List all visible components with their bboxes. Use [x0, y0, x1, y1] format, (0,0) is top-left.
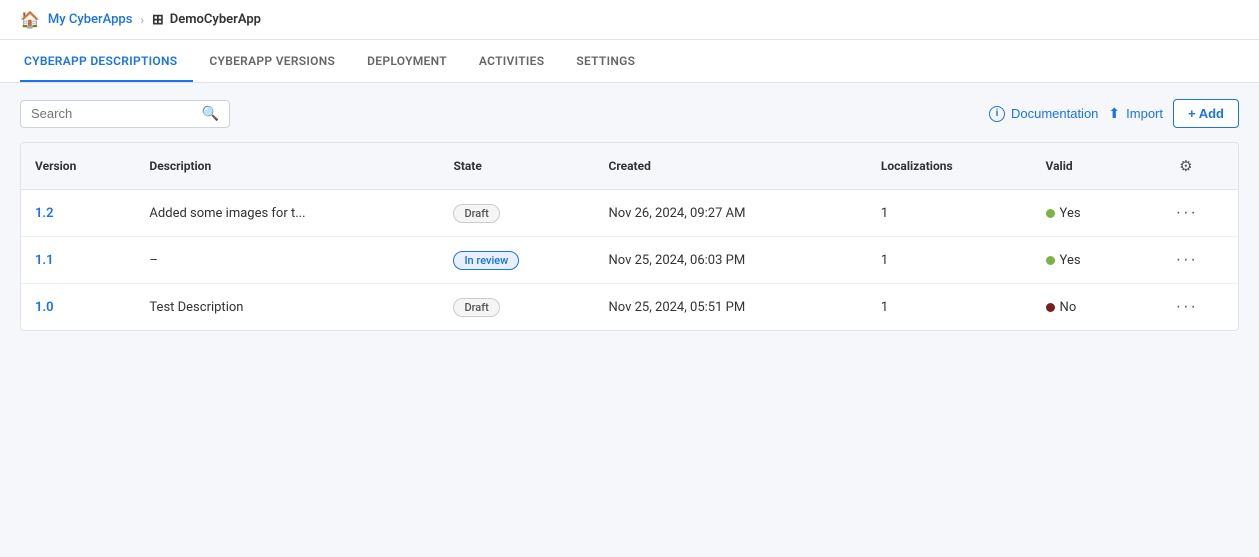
- table-row: 1.2 Added some images for t... Draft Nov…: [21, 190, 1238, 237]
- cell-state-2: Draft: [439, 284, 594, 331]
- state-badge-0: Draft: [453, 204, 499, 223]
- grid-icon: ⊞: [152, 12, 164, 28]
- search-icon: 🔍: [202, 106, 219, 122]
- cell-description-2: Test Description: [135, 284, 439, 331]
- row-actions-button-0[interactable]: ···: [1170, 202, 1204, 224]
- gear-button[interactable]: ⚙: [1175, 153, 1196, 179]
- breadcrumb-home-link[interactable]: My CyberApps: [48, 12, 133, 27]
- cell-localizations-0: 1: [867, 190, 1032, 237]
- cell-localizations-1: 1: [867, 237, 1032, 284]
- cell-actions-2: ···: [1136, 284, 1238, 331]
- cell-valid-1: Yes: [1032, 237, 1136, 284]
- breadcrumb-current: ⊞ DemoCyberApp: [152, 12, 261, 28]
- tab-cyberapp-descriptions[interactable]: CYBERAPP DESCRIPTIONS: [20, 40, 193, 82]
- cell-actions-1: ···: [1136, 237, 1238, 284]
- tab-cyberapp-versions[interactable]: CYBERAPP VERSIONS: [193, 40, 351, 82]
- cell-version-1: 1.1: [21, 237, 135, 284]
- import-button[interactable]: ⬆ Import: [1108, 105, 1163, 122]
- cell-state-1: In review: [439, 237, 594, 284]
- valid-label-2: No: [1060, 300, 1077, 315]
- add-button[interactable]: + Add: [1173, 99, 1239, 128]
- cell-created-2: Nov 25, 2024, 05:51 PM: [595, 284, 867, 331]
- col-version: Version: [21, 143, 135, 190]
- version-link-1[interactable]: 1.1: [35, 253, 54, 268]
- toolbar-right: i Documentation ⬆ Import + Add: [989, 99, 1239, 128]
- version-link-0[interactable]: 1.2: [35, 206, 54, 221]
- cell-created-1: Nov 25, 2024, 06:03 PM: [595, 237, 867, 284]
- col-created: Created: [595, 143, 867, 190]
- import-icon: ⬆: [1108, 105, 1120, 122]
- cell-version-0: 1.2: [21, 190, 135, 237]
- cell-description-1: –: [135, 237, 439, 284]
- search-box[interactable]: 🔍: [20, 100, 230, 128]
- col-localizations: Localizations: [867, 143, 1032, 190]
- row-actions-button-1[interactable]: ···: [1170, 249, 1204, 271]
- valid-label-0: Yes: [1060, 206, 1081, 221]
- cell-version-2: 1.0: [21, 284, 135, 331]
- tabs-bar: CYBERAPP DESCRIPTIONS CYBERAPP VERSIONS …: [0, 40, 1259, 83]
- col-actions: ⚙: [1136, 143, 1238, 190]
- cell-created-0: Nov 26, 2024, 09:27 AM: [595, 190, 867, 237]
- col-description: Description: [135, 143, 439, 190]
- row-actions-button-2[interactable]: ···: [1170, 296, 1204, 318]
- valid-label-1: Yes: [1060, 253, 1081, 268]
- cell-valid-2: No: [1032, 284, 1136, 331]
- search-input[interactable]: [31, 106, 196, 121]
- cell-actions-0: ···: [1136, 190, 1238, 237]
- table-row: 1.0 Test Description Draft Nov 25, 2024,…: [21, 284, 1238, 331]
- state-badge-1: In review: [453, 251, 519, 270]
- col-state: State: [439, 143, 594, 190]
- cell-state-0: Draft: [439, 190, 594, 237]
- tab-settings[interactable]: SETTINGS: [560, 40, 651, 82]
- valid-dot-1: [1046, 256, 1055, 265]
- tab-activities[interactable]: ACTIVITIES: [463, 40, 560, 82]
- cell-localizations-2: 1: [867, 284, 1032, 331]
- documentation-button[interactable]: i Documentation: [989, 106, 1098, 122]
- descriptions-table: Version Description State Created Locali…: [20, 142, 1239, 331]
- valid-dot-0: [1046, 209, 1055, 218]
- tab-deployment[interactable]: DEPLOYMENT: [351, 40, 463, 82]
- table-row: 1.1 – In review Nov 25, 2024, 06:03 PM 1…: [21, 237, 1238, 284]
- top-bar: 🏠 My CyberApps › ⊞ DemoCyberApp: [0, 0, 1259, 40]
- cell-description-0: Added some images for t...: [135, 190, 439, 237]
- valid-dot-2: [1046, 303, 1055, 312]
- version-link-2[interactable]: 1.0: [35, 300, 54, 315]
- info-icon: i: [989, 106, 1005, 122]
- breadcrumb-separator: ›: [140, 13, 144, 27]
- home-icon: 🏠: [20, 10, 40, 29]
- content-area: 🔍 i Documentation ⬆ Import + Add Version…: [0, 83, 1259, 543]
- toolbar: 🔍 i Documentation ⬆ Import + Add: [20, 99, 1239, 128]
- cell-valid-0: Yes: [1032, 190, 1136, 237]
- state-badge-2: Draft: [453, 298, 499, 317]
- col-valid: Valid: [1032, 143, 1136, 190]
